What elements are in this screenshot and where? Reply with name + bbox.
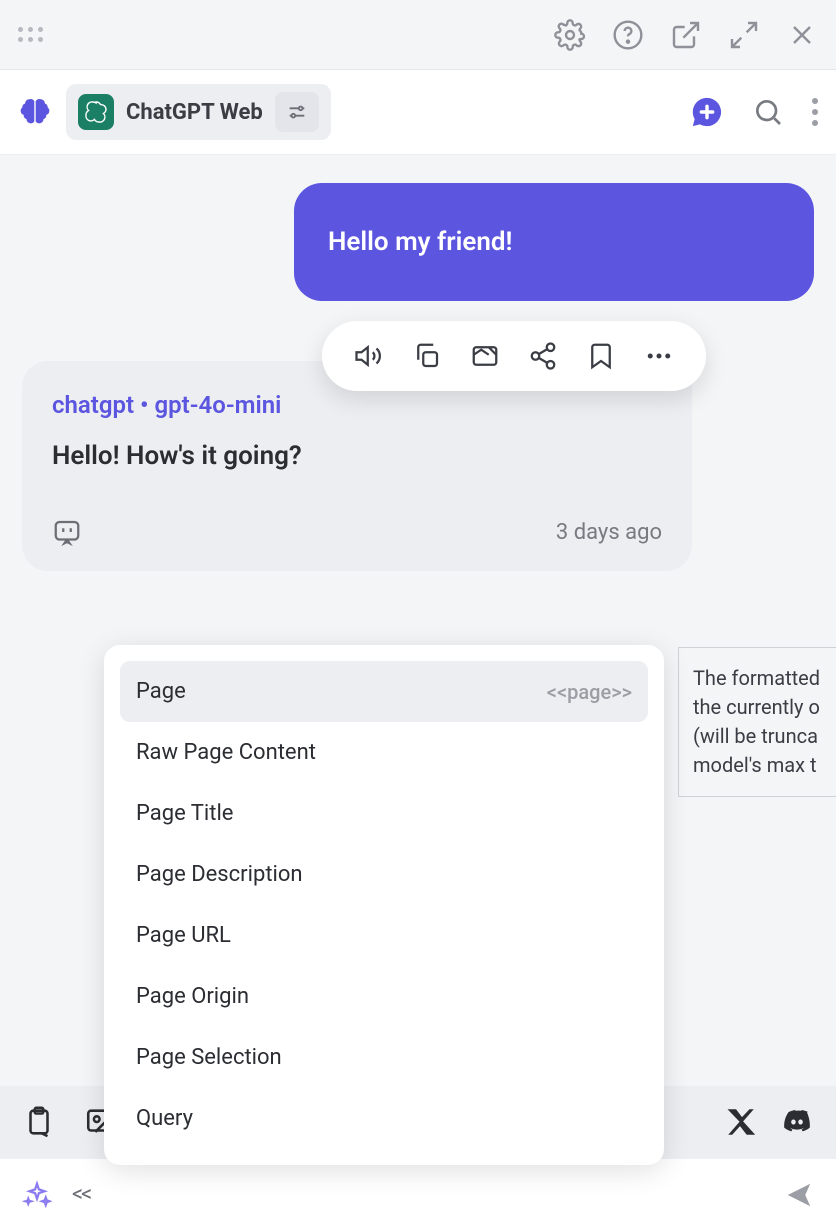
dropdown-item-label: Page Description (136, 862, 303, 887)
maximize-icon[interactable] (728, 19, 760, 51)
help-icon[interactable] (612, 19, 644, 51)
window-titlebar (0, 0, 836, 70)
model-name-label: ChatGPT Web (126, 100, 263, 125)
dropdown-item-page-origin[interactable]: Page Origin (120, 966, 648, 1027)
dropdown-item-label: Page (136, 679, 186, 704)
dropdown-item-page-selection[interactable]: Page Selection (120, 1027, 648, 1088)
tooltip-line: model's max t (693, 751, 823, 780)
dropdown-item-label: Raw Page Content (136, 740, 316, 765)
model-settings-button[interactable] (275, 92, 319, 132)
more-menu-button[interactable] (812, 98, 818, 126)
bookmark-icon[interactable] (586, 341, 616, 371)
sparkles-icon[interactable] (22, 1180, 52, 1210)
x-logo-icon[interactable] (724, 1105, 758, 1139)
user-message-bubble: Hello my friend! (294, 183, 814, 301)
model-selector[interactable]: ChatGPT Web (66, 84, 331, 140)
tooltip-line: (will be trunca (693, 722, 823, 751)
dropdown-item-page-description[interactable]: Page Description (120, 844, 648, 905)
assistant-meta-label: chatgpt • gpt-4o-mini (52, 391, 662, 419)
dropdown-item-label: Query (136, 1106, 193, 1131)
share-icon[interactable] (528, 341, 558, 371)
dropdown-item-label: Page Title (136, 801, 233, 826)
variable-tooltip: The formatted the currently o (will be t… (678, 647, 836, 797)
search-icon[interactable] (752, 96, 784, 128)
dropdown-item-query[interactable]: Query (120, 1088, 648, 1149)
clipboard-icon[interactable] (22, 1105, 56, 1139)
new-chat-icon[interactable] (690, 95, 724, 129)
user-message-text: Hello my friend! (328, 227, 513, 257)
model-bar: ChatGPT Web (0, 70, 836, 155)
copy-icon[interactable] (412, 341, 442, 371)
drag-handle[interactable] (18, 27, 44, 43)
dropdown-item-raw-page-content[interactable]: Raw Page Content (120, 722, 648, 783)
variable-dropdown: Page <<page>> Raw Page Content Page Titl… (104, 645, 664, 1165)
dropdown-item-label: Page Selection (136, 1045, 282, 1070)
chatgpt-logo-icon (78, 94, 114, 130)
message-action-toolbar (322, 321, 706, 391)
discord-logo-icon[interactable] (780, 1105, 814, 1139)
external-link-icon[interactable] (670, 19, 702, 51)
dropdown-item-page-url[interactable]: Page URL (120, 905, 648, 966)
dropdown-item-page[interactable]: Page <<page>> (120, 661, 648, 722)
dropdown-item-page-title[interactable]: Page Title (120, 783, 648, 844)
tooltip-line: the currently o (693, 693, 823, 722)
dropdown-item-label: Page URL (136, 923, 231, 948)
message-timestamp: 3 days ago (556, 520, 662, 545)
send-icon[interactable] (784, 1180, 814, 1210)
quote-icon[interactable] (52, 517, 82, 547)
dropdown-item-label: Page Origin (136, 984, 249, 1009)
dropdown-item-token: <<page>> (547, 680, 632, 704)
tooltip-line: The formatted (693, 664, 823, 693)
gear-icon[interactable] (554, 19, 586, 51)
screenshot-icon[interactable] (470, 341, 500, 371)
chat-area: Hello my friend! chatgpt • gpt-4o-mini H… (0, 155, 836, 1060)
assistant-message-card: chatgpt • gpt-4o-mini Hello! How's it go… (22, 361, 692, 571)
brain-icon[interactable] (18, 95, 52, 129)
more-icon[interactable] (644, 341, 674, 371)
composer-bar: << (0, 1158, 836, 1230)
close-icon[interactable] (786, 19, 818, 51)
insert-variable-button[interactable]: << (72, 1182, 90, 1207)
speak-icon[interactable] (354, 341, 384, 371)
assistant-message-text: Hello! How's it going? (52, 441, 662, 471)
drag-dots-icon (18, 27, 44, 43)
